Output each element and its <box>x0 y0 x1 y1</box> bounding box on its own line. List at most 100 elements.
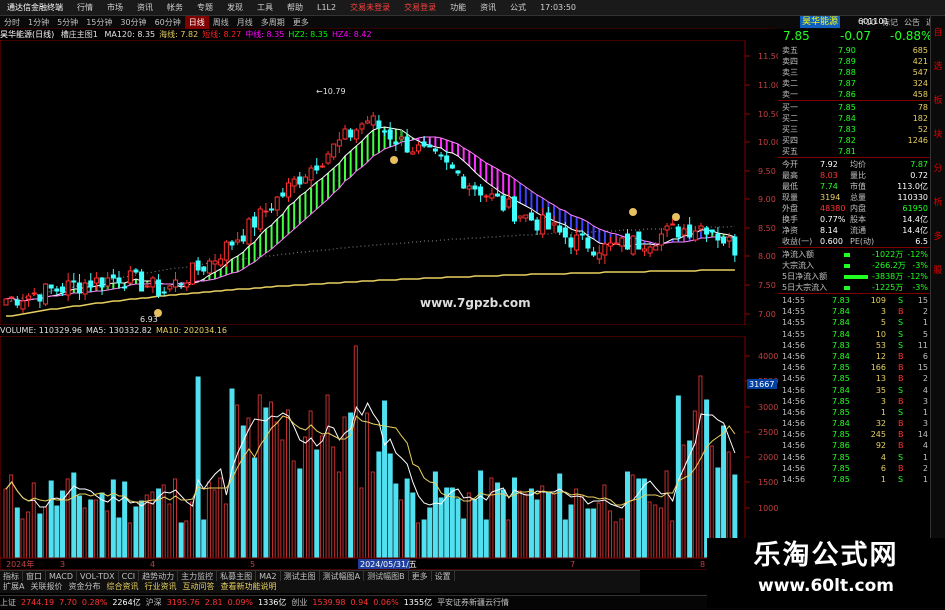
sidebar-item[interactable]: 股 <box>931 254 945 288</box>
candle-body[interactable] <box>370 115 376 126</box>
candle-body[interactable] <box>427 144 433 148</box>
sidebar-item[interactable]: 板 <box>931 84 945 118</box>
candle-body[interactable] <box>506 198 512 208</box>
volume-bar[interactable] <box>630 474 635 559</box>
volume-bar[interactable] <box>31 482 36 559</box>
candle-body[interactable] <box>336 139 342 147</box>
volume-bar[interactable] <box>449 487 455 559</box>
candle-body[interactable] <box>534 219 540 231</box>
volume-bar[interactable] <box>331 446 336 559</box>
candle-body[interactable] <box>449 164 455 169</box>
sidebar-item[interactable]: 自 <box>931 16 945 50</box>
volume-bar[interactable] <box>26 511 31 559</box>
titlebar-item[interactable]: 帮助 <box>280 0 310 16</box>
candle-body[interactable] <box>184 282 190 288</box>
volume-bar[interactable] <box>336 471 341 559</box>
candle-body[interactable] <box>150 277 156 288</box>
candle-body[interactable] <box>223 241 229 261</box>
volume-bar[interactable] <box>545 491 551 559</box>
candle-body[interactable] <box>297 176 303 185</box>
titlebar-item[interactable]: 帐务 <box>160 0 190 16</box>
candle-body[interactable] <box>274 196 280 211</box>
volume-bar[interactable] <box>206 481 211 559</box>
volume-bar[interactable] <box>274 421 279 559</box>
extension-tab[interactable]: 关联报价 <box>27 581 65 593</box>
candle-body[interactable] <box>178 283 184 286</box>
titlebar-item[interactable]: 工具 <box>250 0 280 16</box>
volume-bar[interactable] <box>82 507 87 559</box>
candle-body[interactable] <box>675 226 681 238</box>
candle-body[interactable] <box>48 284 54 289</box>
volume-bar[interactable] <box>523 493 528 559</box>
volume-bar[interactable] <box>218 477 223 559</box>
titlebar-item[interactable]: 资讯 <box>130 0 160 16</box>
volume-bar[interactable] <box>48 480 54 559</box>
volume-bar[interactable] <box>534 499 540 559</box>
candle-body[interactable] <box>218 258 224 266</box>
titlebar-item[interactable]: 市场 <box>100 0 130 16</box>
candle-body[interactable] <box>319 165 325 168</box>
candle-body[interactable] <box>404 136 410 153</box>
candle-body[interactable] <box>167 285 173 290</box>
period-2[interactable]: 5分钟 <box>53 16 82 29</box>
volume-bar[interactable] <box>399 499 403 559</box>
volume-bar[interactable] <box>540 485 545 559</box>
volume-bar[interactable] <box>472 499 478 559</box>
candle-body[interactable] <box>252 216 258 228</box>
volume-bar[interactable] <box>658 507 663 559</box>
candle-body[interactable] <box>325 153 331 164</box>
volume-bar[interactable] <box>105 510 110 559</box>
volume-bar[interactable] <box>297 468 303 559</box>
volume-bar[interactable] <box>43 506 48 559</box>
volume-bar[interactable] <box>500 489 506 559</box>
volume-bar[interactable] <box>302 436 307 559</box>
candle-body[interactable] <box>71 280 77 283</box>
volume-bar[interactable] <box>619 518 624 559</box>
volume-bar[interactable] <box>596 502 601 559</box>
period-7[interactable]: 周线 <box>209 16 233 29</box>
volume-bar[interactable] <box>223 503 228 559</box>
candle-body[interactable] <box>517 215 523 219</box>
volume-bar[interactable] <box>562 519 568 559</box>
volume-bar[interactable] <box>325 394 330 559</box>
titlebar-item[interactable]: 行情 <box>70 0 100 16</box>
candle-body[interactable] <box>382 130 388 133</box>
volume-bar[interactable] <box>382 400 388 559</box>
candle-body[interactable] <box>133 269 139 273</box>
candle-body[interactable] <box>636 231 642 250</box>
volume-bar[interactable] <box>704 399 710 559</box>
volume-bar[interactable] <box>641 478 647 559</box>
volume-bar[interactable] <box>478 470 484 559</box>
signal-marker[interactable] <box>629 208 637 216</box>
volume-bar[interactable] <box>280 439 285 559</box>
candle-body[interactable] <box>263 210 269 213</box>
candle-body[interactable] <box>43 283 49 305</box>
candle-body[interactable] <box>37 294 43 302</box>
candle-body[interactable] <box>88 280 94 288</box>
candle-body[interactable] <box>455 170 461 174</box>
candle-body[interactable] <box>359 123 365 130</box>
volume-bar[interactable] <box>127 522 132 559</box>
volume-bar[interactable] <box>235 404 240 559</box>
titlebar-item[interactable]: 17:03:50 <box>533 0 583 16</box>
period-3[interactable]: 15分钟 <box>82 16 116 29</box>
volume-bar[interactable] <box>269 401 274 559</box>
volume-bar[interactable] <box>602 484 607 559</box>
volume-bar[interactable] <box>608 510 613 559</box>
candle-body[interactable] <box>641 248 647 252</box>
volume-bar[interactable] <box>93 499 98 559</box>
period-1[interactable]: 1分钟 <box>24 16 53 29</box>
volume-bar[interactable] <box>585 508 591 559</box>
extension-tab[interactable]: 资金分布 <box>65 581 103 593</box>
period-4[interactable]: 30分钟 <box>116 16 150 29</box>
titlebar-item[interactable]: 发现 <box>220 0 250 16</box>
candle-body[interactable] <box>122 286 128 289</box>
candle-body[interactable] <box>608 242 614 247</box>
volume-bar[interactable] <box>3 488 8 559</box>
candle-body[interactable] <box>495 193 501 197</box>
candle-body[interactable] <box>500 195 506 211</box>
candle-body[interactable] <box>139 271 145 292</box>
candle-body[interactable] <box>625 233 630 250</box>
candle-body[interactable] <box>472 185 478 190</box>
candle-body[interactable] <box>331 143 337 158</box>
